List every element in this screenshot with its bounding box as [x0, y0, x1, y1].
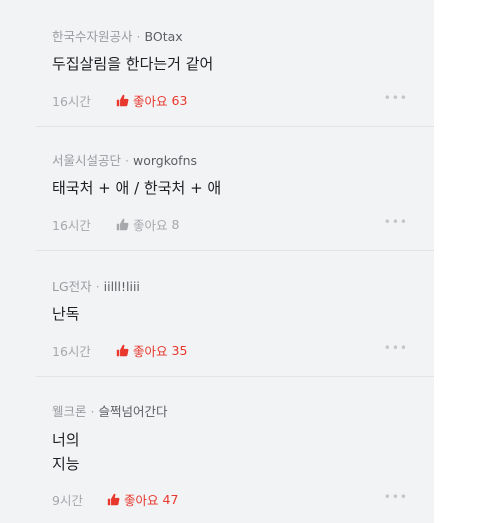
author-company: 서울시설공단 — [52, 153, 122, 168]
comment-line: 두집살림을 한다는거 같어 — [52, 55, 214, 73]
comment-footer: 9시간 좋아요 47 ••• — [52, 490, 408, 508]
author-name[interactable]: 슬쩍넘어간다 — [99, 404, 168, 419]
comment-time: 16시간 — [52, 218, 91, 233]
thumbs-up-icon — [116, 344, 129, 357]
comment-footer: 16시간 좋아요 35 ••• — [52, 341, 408, 359]
more-horizontal-icon[interactable]: ••• — [384, 91, 408, 105]
author-name[interactable]: worgkofns — [133, 153, 197, 168]
comment-text: 너의 지능 — [52, 428, 80, 476]
comment-item: LG전자 · iilll!liii 난독 16시간 좋아요 35 ••• — [36, 250, 434, 377]
author-name[interactable]: BOtax — [145, 29, 183, 44]
comment-line: 난독 — [52, 305, 80, 323]
comment-line: 태국처 + 애 / 한국처 + 애 — [52, 179, 222, 197]
like-label: 좋아요 — [133, 94, 168, 109]
like-count: 35 — [171, 343, 188, 358]
like-button[interactable]: 좋아요 47 — [107, 490, 178, 509]
like-button[interactable]: 좋아요 63 — [116, 91, 187, 110]
comment-time: 16시간 — [52, 94, 91, 109]
like-label: 좋아요 — [133, 344, 168, 359]
more-horizontal-icon[interactable]: ••• — [384, 490, 408, 504]
like-button[interactable]: 좋아요 35 — [116, 341, 187, 360]
comment-text: 난독 — [52, 302, 80, 326]
meta-separator: · — [95, 279, 100, 294]
like-label: 좋아요 — [133, 218, 168, 233]
thumbs-up-icon — [116, 94, 129, 107]
like-count: 47 — [162, 492, 179, 507]
author-company: 웰크론 — [52, 404, 87, 419]
comment-item: 서울시설공단 · worgkofns 태국처 + 애 / 한국처 + 애 16시간 … — [36, 126, 434, 251]
comment-line: 너의 — [52, 431, 80, 449]
comment-text: 두집살림을 한다는거 같어 — [52, 52, 213, 76]
author-company: LG전자 — [52, 279, 92, 294]
more-horizontal-icon[interactable]: ••• — [384, 215, 408, 229]
comment-meta: 한국수자원공사 · BOtax — [52, 26, 183, 45]
comment-footer: 16시간 좋아요 8 ••• — [52, 215, 408, 233]
comment-time: 9시간 — [52, 493, 83, 508]
comment-text: 태국처 + 애 / 한국처 + 애 — [52, 176, 221, 200]
comment-footer: 16시간 좋아요 63 ••• — [52, 91, 408, 109]
comment-meta: 서울시설공단 · worgkofns — [52, 150, 197, 169]
thumbs-up-icon — [107, 493, 120, 506]
like-button[interactable]: 좋아요 8 — [116, 215, 179, 234]
like-count: 8 — [171, 217, 180, 232]
meta-separator: · — [90, 404, 95, 419]
author-company: 한국수자원공사 — [52, 29, 133, 44]
comment-list: 한국수자원공사 · BOtax 두집살림을 한다는거 같어 16시간 좋아요 63 … — [0, 0, 434, 523]
comment-meta: LG전자 · iilll!liii — [52, 276, 140, 295]
comment-item: 한국수자원공사 · BOtax 두집살림을 한다는거 같어 16시간 좋아요 63 … — [36, 0, 434, 127]
meta-separator: · — [136, 29, 141, 44]
meta-separator: · — [125, 153, 129, 168]
comment-line: 지능 — [52, 455, 80, 473]
comment-item: 웰크론 · 슬쩍넘어간다 너의 지능 9시간 좋아요 47 ••• — [36, 376, 434, 523]
author-name[interactable]: iilll!liii — [104, 279, 140, 294]
thumbs-up-icon — [116, 218, 129, 231]
comment-time: 16시간 — [52, 344, 91, 359]
like-label: 좋아요 — [124, 493, 159, 508]
comment-meta: 웰크론 · 슬쩍넘어간다 — [52, 401, 168, 420]
like-count: 63 — [171, 93, 188, 108]
more-horizontal-icon[interactable]: ••• — [384, 341, 408, 355]
